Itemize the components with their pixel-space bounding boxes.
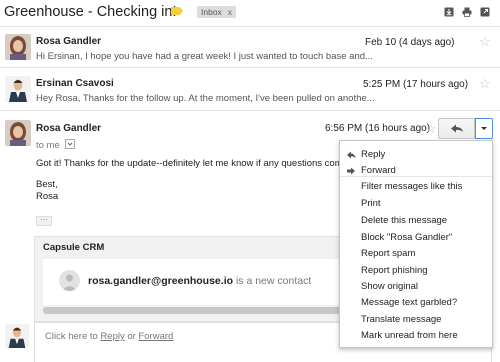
menu-item-text-garbled[interactable]: Message text garbled?	[361, 297, 457, 308]
show-trimmed-content-button[interactable]: ···	[36, 216, 52, 226]
menu-item-forward[interactable]: Forward	[361, 165, 396, 176]
star-icon[interactable]: ☆	[479, 77, 491, 90]
contact-status: is a new contact	[233, 275, 312, 287]
more-options-button[interactable]	[475, 118, 493, 139]
message-date: Feb 10 (4 days ago)	[365, 37, 455, 48]
menu-item-delete[interactable]: Delete this message	[361, 215, 447, 226]
inbox-label-chip[interactable]: Inbox x	[197, 6, 237, 18]
star-icon[interactable]: ☆	[425, 122, 437, 135]
contact-panel: rosa.gandler@greenhouse.io is a new cont…	[43, 259, 355, 305]
message-signoff: Best,	[36, 179, 58, 190]
contact-line: rosa.gandler@greenhouse.io is a new cont…	[88, 275, 311, 287]
contact-email[interactable]: rosa.gandler@greenhouse.io	[88, 275, 233, 287]
menu-item-filter[interactable]: Filter messages like this	[361, 181, 462, 192]
message-sender: Ersinan Csavosi	[36, 78, 114, 89]
message-snippet: Hey Rosa, Thanks for the follow up. At t…	[36, 93, 375, 104]
contact-avatar	[59, 270, 80, 291]
message-date: 5:25 PM (17 hours ago)	[363, 79, 469, 90]
menu-item-block-sender[interactable]: Block "Rosa Gandler"	[361, 232, 452, 243]
menu-item-mark-unread[interactable]: Mark unread from here	[361, 330, 458, 341]
reply-prompt-or: or	[124, 331, 139, 342]
important-label-icon[interactable]	[171, 7, 183, 15]
message-signature: Rosa	[36, 191, 59, 202]
thread-subject: Greenhouse - Checking in!	[4, 4, 177, 20]
message-sender: Rosa Gandler	[36, 36, 102, 47]
message-options-menu: Reply Forward Filter messages like this …	[339, 140, 493, 348]
message-snippet: Hi Ersinan, I hope you have had a great …	[36, 51, 373, 62]
star-icon[interactable]: ☆	[479, 35, 491, 48]
recipient-line: to me	[36, 138, 76, 151]
open-message-date: 6:56 PM (16 hours ago)	[325, 123, 431, 134]
card-title: Capsule CRM	[43, 242, 105, 253]
chevron-down-icon	[481, 127, 487, 130]
reply-button[interactable]	[438, 118, 475, 139]
reply-link[interactable]: Reply	[100, 331, 124, 342]
collapsed-message-2[interactable]: Ersinan Csavosi Hey Rosa, Thanks for the…	[0, 68, 500, 110]
message-body-line: Got it! Thanks for the update--definitel…	[36, 158, 348, 169]
sender-avatar-rosa	[5, 34, 31, 60]
menu-item-print[interactable]: Print	[361, 198, 381, 209]
menu-separator	[340, 176, 492, 177]
user-avatar	[5, 324, 29, 348]
reply-prompt: Click here to Reply or Forward	[45, 331, 173, 342]
menu-item-show-original[interactable]: Show original	[361, 281, 418, 292]
collapsed-message-1[interactable]: Rosa Gandler Hi Ersinan, I hope you have…	[0, 27, 500, 67]
sender-avatar-rosa	[5, 120, 31, 146]
open-message-sender[interactable]: Rosa Gandler	[36, 123, 101, 134]
sender-avatar-ersinan	[5, 76, 31, 102]
menu-item-report-phishing[interactable]: Report phishing	[361, 265, 428, 276]
reply-prompt-prefix: Click here to	[45, 331, 101, 342]
message-divider	[0, 110, 500, 111]
forward-icon	[347, 167, 355, 175]
remove-label-icon[interactable]: x	[228, 7, 232, 17]
show-details-icon[interactable]	[65, 139, 76, 149]
reply-icon	[451, 124, 463, 133]
download-icon[interactable]	[444, 7, 454, 17]
reply-icon	[347, 151, 356, 159]
open-new-window-icon[interactable]	[480, 7, 490, 17]
menu-item-translate[interactable]: Translate message	[361, 314, 441, 325]
capsule-crm-card: Capsule CRM rosa.gandler@greenhouse.io i…	[34, 236, 356, 322]
forward-link[interactable]: Forward	[138, 331, 173, 342]
recipient-text: to me	[36, 140, 60, 151]
menu-item-reply[interactable]: Reply	[361, 149, 385, 160]
card-horizontal-scrollbar[interactable]	[43, 307, 349, 314]
menu-item-report-spam[interactable]: Report spam	[361, 248, 415, 259]
inbox-label-text: Inbox	[201, 7, 222, 17]
print-icon[interactable]	[462, 7, 472, 17]
